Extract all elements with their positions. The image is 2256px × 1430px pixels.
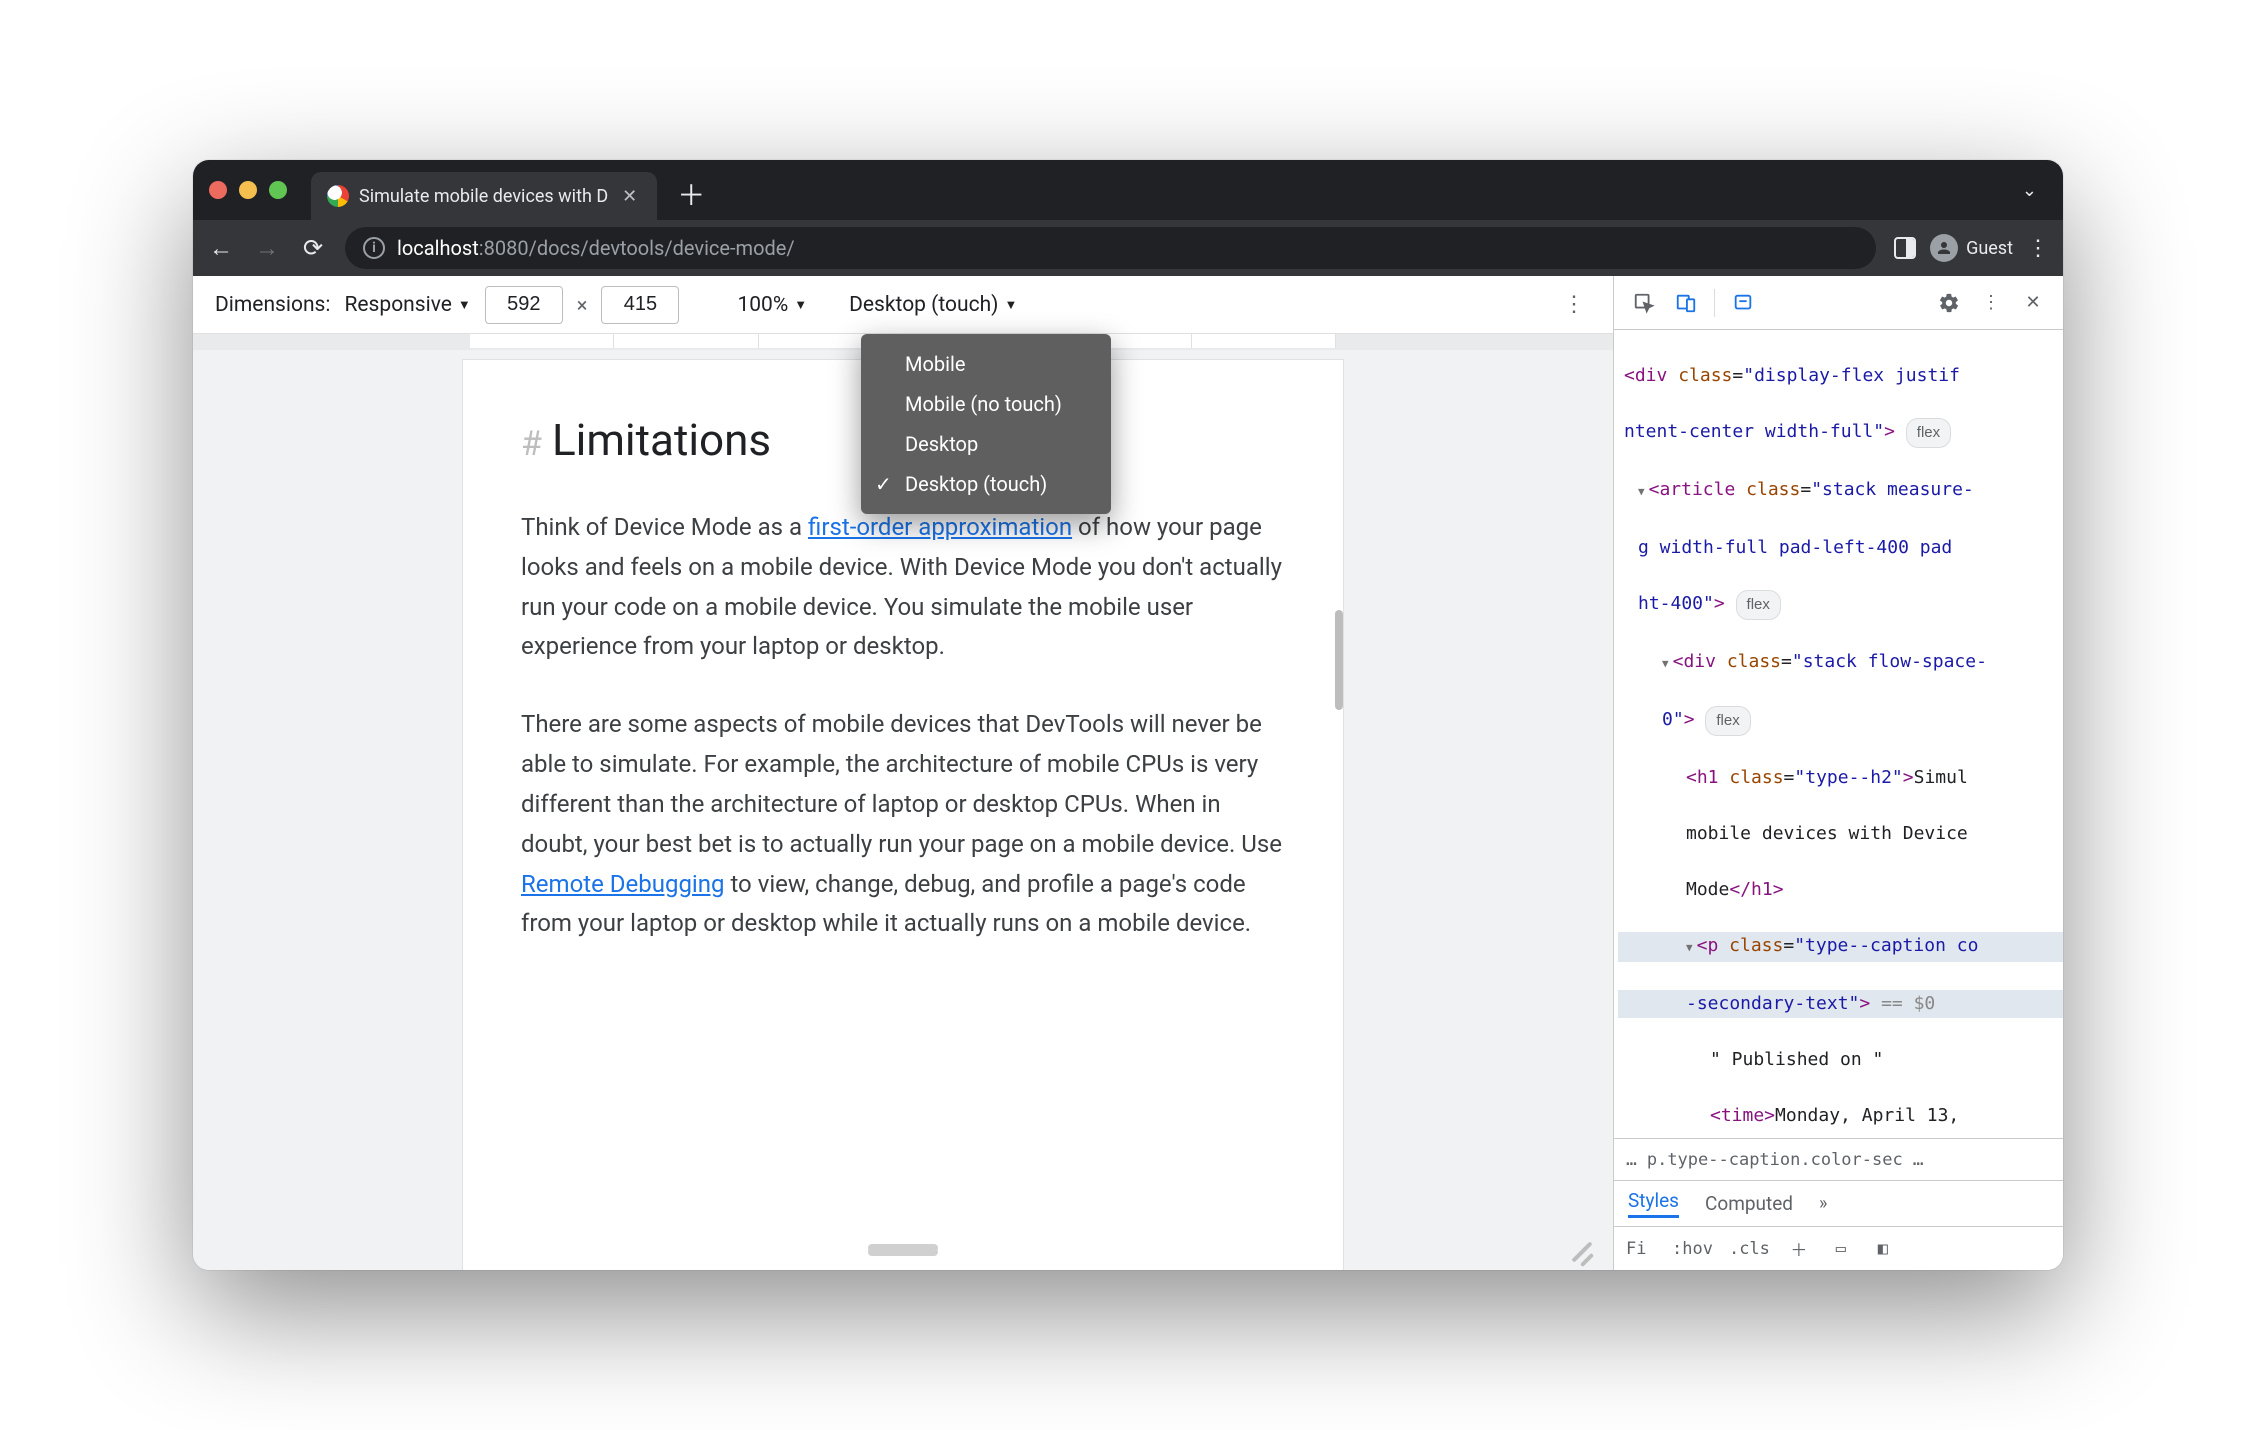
scrollbar-thumb[interactable] [1335, 610, 1343, 710]
site-info-icon[interactable]: i [363, 237, 385, 259]
devtools-toolbar: ⋮ ✕ [1614, 276, 2063, 330]
avatar-icon [1930, 234, 1958, 262]
nav-forward-button[interactable]: → [253, 234, 281, 263]
breadcrumb-selected[interactable]: p.type--caption.color-sec [1647, 1150, 1903, 1170]
page-heading: Limitations [552, 414, 771, 466]
tab-search-button[interactable]: ⌄ [2022, 180, 2037, 201]
device-mode-panel: Dimensions: Responsive▼ × 100% ▼ Desktop… [193, 276, 1613, 1270]
elements-tab-icon[interactable] [1725, 285, 1761, 321]
dimension-separator: × [577, 293, 588, 317]
width-input[interactable] [485, 286, 563, 324]
styles-filter-input[interactable]: Fi [1626, 1239, 1656, 1259]
window-minimize-button[interactable] [239, 181, 257, 199]
device-bar-menu-button[interactable]: ⋮ [1563, 292, 1585, 317]
dom-tree[interactable]: <div class="display-flex justif ntent-ce… [1614, 330, 2063, 1138]
link-first-order[interactable]: first-order approximation [808, 513, 1072, 541]
paragraph-1: Think of Device Mode as a first-order ap… [521, 508, 1285, 667]
styles-tab[interactable]: Styles [1628, 1189, 1679, 1218]
profile-label: Guest [1966, 238, 2013, 259]
browser-window: Simulate mobile devices with D ✕ ＋ ⌄ ← →… [193, 160, 2063, 1270]
hov-toggle[interactable]: :hov [1672, 1239, 1713, 1259]
devtools-close-button[interactable]: ✕ [2015, 285, 2051, 321]
toolbar-right: Guest ⋮ [1894, 234, 2049, 262]
height-input[interactable] [601, 286, 679, 324]
inspect-element-icon[interactable] [1626, 285, 1662, 321]
link-remote-debugging[interactable]: Remote Debugging [521, 870, 724, 898]
chrome-favicon-icon [327, 185, 349, 207]
dropdown-item-desktop[interactable]: Desktop [861, 424, 1111, 464]
paragraph-2: There are some aspects of mobile devices… [521, 705, 1285, 944]
resize-handle-bottom[interactable] [868, 1248, 938, 1256]
rendering-panel-icon[interactable]: ◧ [1870, 1239, 1896, 1259]
tab-title: Simulate mobile devices with D [359, 186, 608, 207]
resize-handle-corner[interactable] [1565, 1234, 1595, 1264]
content-area: Dimensions: Responsive▼ × 100% ▼ Desktop… [193, 276, 2063, 1270]
devtools-panel: ⋮ ✕ <div class="display-flex justif nten… [1613, 276, 2063, 1270]
window-close-button[interactable] [209, 181, 227, 199]
device-toggle-icon[interactable] [1668, 285, 1704, 321]
computed-tab[interactable]: Computed [1705, 1192, 1793, 1215]
breadcrumb-overflow-right[interactable]: … [1913, 1149, 1924, 1170]
devtools-menu-button[interactable]: ⋮ [1973, 285, 2009, 321]
url-text: localhost:8080/docs/devtools/device-mode… [397, 236, 795, 260]
new-tab-button[interactable]: ＋ [677, 174, 705, 214]
device-type-select[interactable]: Desktop (touch) ▼ [849, 293, 1017, 317]
new-style-rule-icon[interactable]: ＋ [1786, 1236, 1812, 1261]
address-bar[interactable]: i localhost:8080/docs/devtools/device-mo… [345, 227, 1876, 269]
cls-toggle[interactable]: .cls [1729, 1239, 1770, 1259]
nav-back-button[interactable]: ← [207, 234, 235, 263]
dropdown-item-mobile-no-touch[interactable]: Mobile (no touch) [861, 384, 1111, 424]
side-panel-icon[interactable] [1894, 237, 1916, 259]
breadcrumb-overflow-left[interactable]: … [1626, 1149, 1637, 1170]
more-tabs-button[interactable]: » [1819, 1193, 1827, 1214]
reload-button[interactable]: ⟳ [299, 234, 327, 262]
heading-anchor-icon[interactable]: # [521, 424, 542, 464]
dropdown-item-desktop-touch[interactable]: Desktop (touch) [861, 464, 1111, 504]
styles-tabbar: Styles Computed » [1614, 1180, 2063, 1226]
tab-strip: Simulate mobile devices with D ✕ ＋ ⌄ [193, 160, 2063, 220]
settings-gear-icon[interactable] [1931, 285, 1967, 321]
device-toolbar: Dimensions: Responsive▼ × 100% ▼ Desktop… [193, 276, 1613, 334]
dimensions-label: Dimensions: [215, 293, 330, 317]
dropdown-item-mobile[interactable]: Mobile [861, 344, 1111, 384]
browser-tab[interactable]: Simulate mobile devices with D ✕ [311, 172, 657, 220]
window-maximize-button[interactable] [269, 181, 287, 199]
breadcrumb-bar[interactable]: … p.type--caption.color-sec … [1614, 1138, 2063, 1180]
chrome-menu-button[interactable]: ⋮ [2027, 236, 2049, 261]
zoom-select[interactable]: 100% ▼ [737, 293, 807, 317]
tab-close-button[interactable]: ✕ [618, 186, 641, 207]
window-controls [209, 181, 287, 199]
profile-button[interactable]: Guest [1930, 234, 2013, 262]
dimensions-mode-select[interactable]: Responsive▼ [344, 293, 470, 317]
styles-controls: Fi :hov .cls ＋ ▭ ◧ [1614, 1226, 2063, 1270]
browser-toolbar: ← → ⟳ i localhost:8080/docs/devtools/dev… [193, 220, 2063, 276]
computed-styles-icon[interactable]: ▭ [1828, 1239, 1854, 1259]
device-type-dropdown: Mobile Mobile (no touch) Desktop Desktop… [861, 334, 1111, 514]
